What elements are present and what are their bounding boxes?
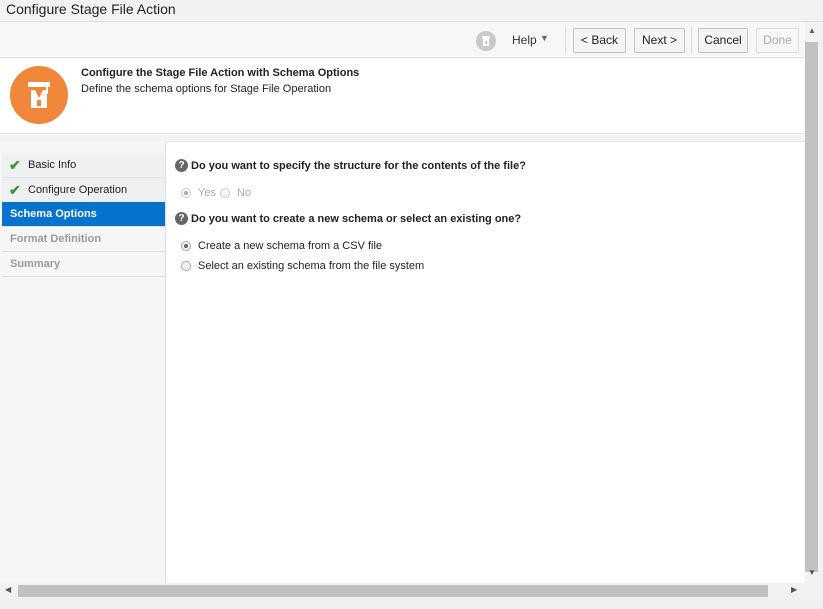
- main-content: ? Do you want to specify the structure f…: [166, 141, 805, 583]
- scroll-thumb[interactable]: [18, 585, 768, 597]
- nav-item-label: Configure Operation: [28, 184, 128, 196]
- check-icon: ✔: [9, 182, 21, 198]
- bottom-bar: [0, 599, 823, 609]
- nav-item-summary: Summary: [2, 252, 165, 277]
- horizontal-scrollbar[interactable]: ◀ ▶: [0, 583, 805, 599]
- toolbar-divider: [691, 26, 692, 54]
- question-text: Do you want to specify the structure for…: [191, 160, 526, 172]
- nav-item-label: Schema Options: [10, 208, 97, 220]
- scroll-right-icon[interactable]: ▶: [791, 585, 797, 594]
- page-header: Configure the Stage File Action with Sch…: [0, 58, 805, 134]
- vertical-scrollbar[interactable]: ▲ ▼: [805, 22, 823, 583]
- radio-no: [220, 188, 230, 198]
- done-button[interactable]: Done: [756, 28, 799, 53]
- scroll-thumb[interactable]: [805, 42, 818, 572]
- nav-item-basic-info[interactable]: ✔ Basic Info: [2, 153, 165, 178]
- nav-item-label: Basic Info: [28, 159, 77, 171]
- toolbar-divider: [565, 26, 566, 54]
- scroll-down-icon[interactable]: ▼: [808, 568, 816, 577]
- next-button[interactable]: Next >: [634, 28, 685, 53]
- nav-item-schema-options[interactable]: Schema Options: [2, 202, 165, 227]
- cancel-button[interactable]: Cancel: [698, 28, 748, 53]
- window-title: Configure Stage File Action: [6, 1, 176, 17]
- page-title: Configure the Stage File Action with Sch…: [81, 67, 360, 79]
- question-text: Do you want to create a new schema or se…: [191, 213, 522, 225]
- toolbar: Help ▼ < Back Next > Cancel Done: [0, 22, 805, 58]
- question-icon[interactable]: ?: [175, 159, 188, 172]
- help-circle-icon[interactable]: [476, 31, 496, 51]
- radio-select-existing-label[interactable]: Select an existing schema from the file …: [198, 260, 424, 272]
- page-description: Define the schema options for Stage File…: [81, 83, 332, 95]
- back-button[interactable]: < Back: [573, 28, 626, 53]
- scroll-left-icon[interactable]: ◀: [5, 585, 11, 594]
- nav-item-configure-operation[interactable]: ✔ Configure Operation: [2, 178, 165, 203]
- radio-create-csv[interactable]: [181, 241, 191, 251]
- scroll-up-icon[interactable]: ▲: [808, 26, 816, 35]
- help-menu-label[interactable]: Help: [512, 33, 537, 47]
- radio-no-label: No: [237, 187, 252, 199]
- nav-item-label: Format Definition: [10, 233, 102, 245]
- question-icon[interactable]: ?: [175, 212, 188, 225]
- chevron-down-icon[interactable]: ▼: [540, 33, 549, 43]
- nav-item-label: Summary: [10, 258, 61, 270]
- wizard-nav: ✔ Basic Info ✔ Configure Operation Schem…: [0, 141, 166, 583]
- nav-item-format-definition: Format Definition: [2, 227, 165, 252]
- radio-create-csv-label[interactable]: Create a new schema from a CSV file: [198, 240, 382, 252]
- title-bar: Configure Stage File Action: [0, 0, 823, 22]
- radio-yes: [181, 188, 191, 198]
- radio-select-existing[interactable]: [181, 261, 191, 271]
- radio-yes-label: Yes: [198, 187, 216, 199]
- graduate-icon: [10, 66, 68, 124]
- check-icon: ✔: [9, 157, 21, 173]
